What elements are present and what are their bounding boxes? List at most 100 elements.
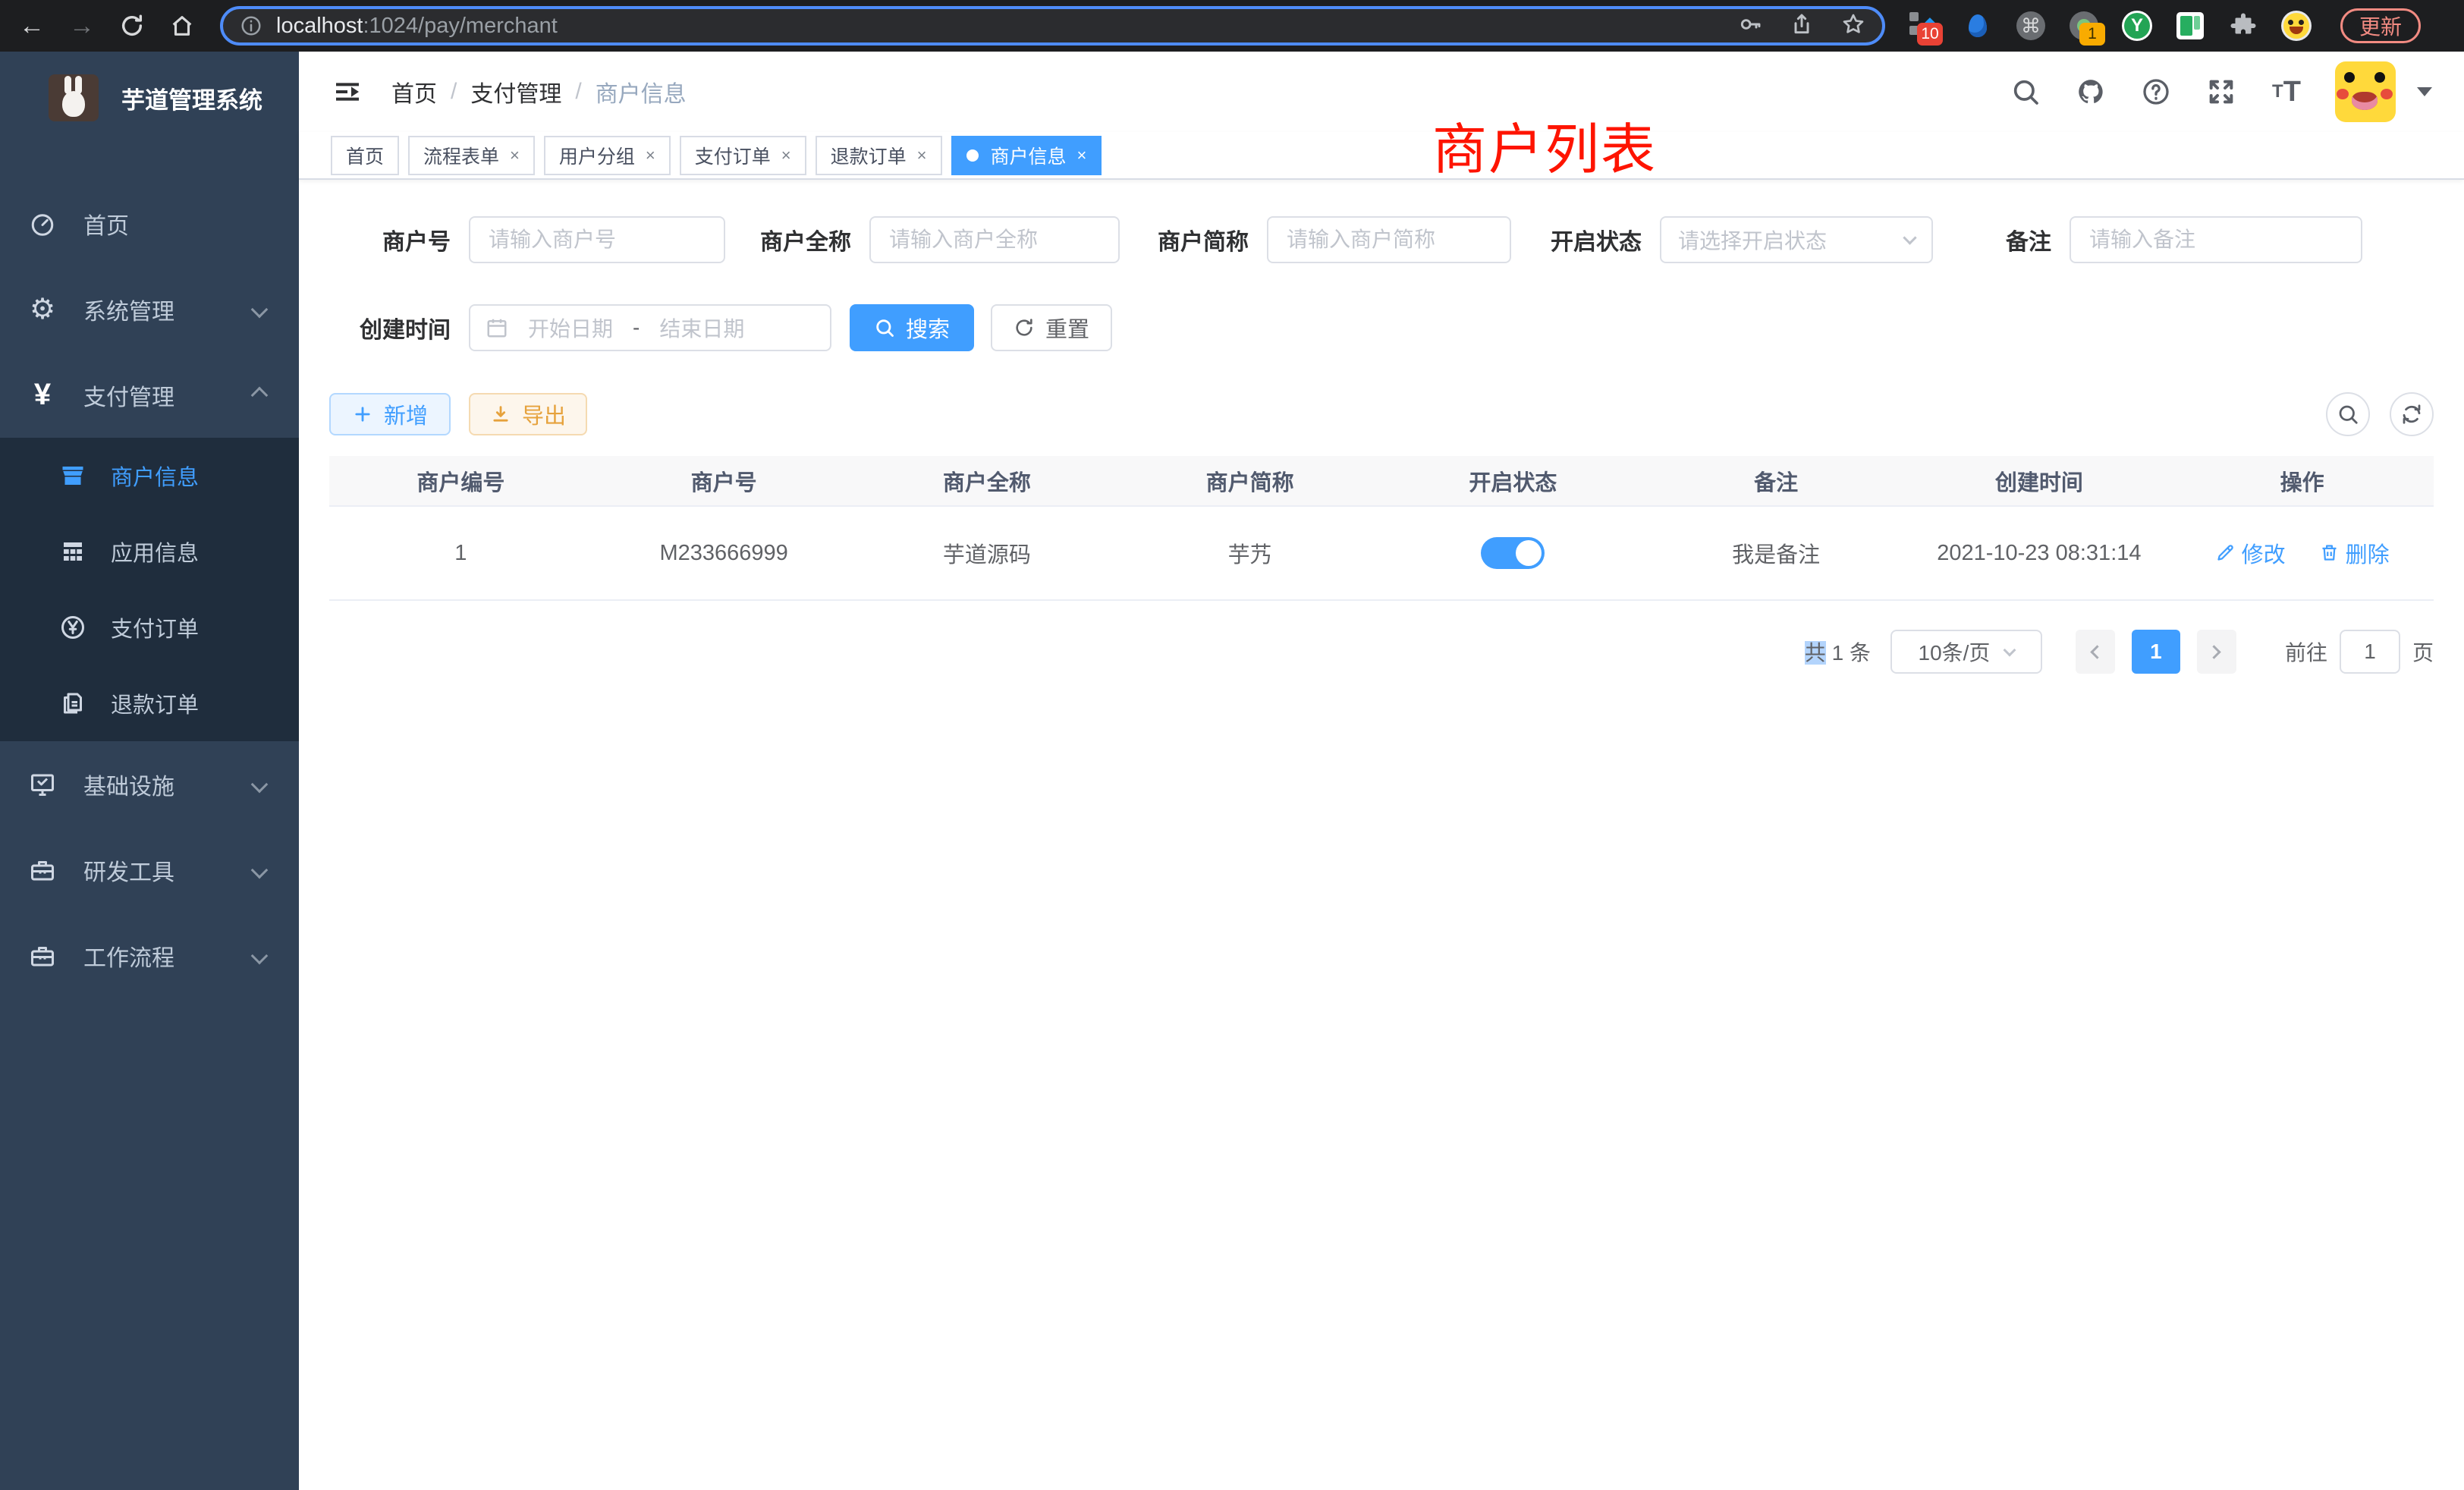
- browser-update-button[interactable]: 更新: [2340, 8, 2421, 43]
- chevron-down-icon: [251, 861, 269, 879]
- breadcrumb-home[interactable]: 首页: [391, 75, 437, 108]
- help-icon[interactable]: [2139, 75, 2173, 108]
- tab-merchant-info[interactable]: 商户信息×: [951, 136, 1102, 175]
- store-icon: [58, 461, 88, 491]
- screen: ← → localhost:1024/pay/merchant: [0, 0, 2464, 1490]
- goto-page-input[interactable]: [2340, 630, 2400, 674]
- prev-page-button[interactable]: [2076, 630, 2115, 674]
- share-icon[interactable]: [1790, 12, 1814, 40]
- address-bar[interactable]: localhost:1024/pay/merchant: [220, 6, 1885, 46]
- user-avatar[interactable]: [2335, 61, 2396, 122]
- status-select[interactable]: 请选择开启状态: [1660, 216, 1933, 263]
- full-name-input[interactable]: [869, 216, 1120, 263]
- password-key-icon[interactable]: [1738, 12, 1762, 40]
- cell-merchant-id: 1: [329, 506, 592, 600]
- sidebar-item-home[interactable]: 首页: [0, 181, 299, 266]
- close-icon[interactable]: ×: [1077, 146, 1087, 165]
- site-info-icon[interactable]: [240, 14, 262, 37]
- url-text: localhost:1024/pay/merchant: [276, 14, 558, 39]
- tab-home[interactable]: 首页: [331, 136, 399, 175]
- close-icon[interactable]: ×: [646, 146, 655, 165]
- extension-capture-icon[interactable]: [2175, 11, 2205, 41]
- col-full-name: 商户全称: [856, 456, 1119, 506]
- next-page-button[interactable]: [2197, 630, 2236, 674]
- col-create-time: 创建时间: [1908, 456, 2171, 506]
- browser-reload-icon[interactable]: [115, 9, 149, 42]
- edit-link[interactable]: 修改: [2215, 537, 2286, 569]
- grid-icon: [58, 536, 88, 567]
- refresh-table-button[interactable]: [2390, 392, 2434, 436]
- cell-short-name: 芋艿: [1118, 506, 1381, 600]
- page-1-button[interactable]: 1: [2132, 630, 2180, 674]
- cell-actions: 修改 删除: [2170, 506, 2434, 600]
- sidebar-item-pay-order[interactable]: 支付订单: [0, 589, 299, 665]
- extension-yuque-icon[interactable]: Y: [2122, 11, 2152, 41]
- chevron-down-icon: [2004, 644, 2016, 657]
- merchant-table: 商户编号 商户号 商户全称 商户简称 开启状态 备注 创建时间 操作 1: [329, 456, 2434, 601]
- close-icon[interactable]: ×: [917, 146, 927, 165]
- browser-home-icon[interactable]: [165, 9, 199, 42]
- tab-pay-order[interactable]: 支付订单×: [680, 136, 806, 175]
- short-name-input[interactable]: [1267, 216, 1511, 263]
- fullscreen-icon[interactable]: [2205, 75, 2238, 108]
- breadcrumb: 首页 / 支付管理 / 商户信息: [391, 75, 687, 108]
- sidebar-item-system[interactable]: ⚙ 系统管理: [0, 266, 299, 352]
- sidebar-item-infra[interactable]: 基础设施: [0, 741, 299, 827]
- chevron-up-icon: [251, 386, 269, 404]
- tab-user-group[interactable]: 用户分组×: [544, 136, 671, 175]
- date-range-picker[interactable]: 开始日期 - 结束日期: [469, 304, 831, 351]
- goto-page: 前往 页: [2285, 630, 2434, 674]
- sidebar-collapse-icon[interactable]: [331, 75, 364, 108]
- status-toggle[interactable]: [1481, 537, 1545, 569]
- font-size-icon[interactable]: TT: [2270, 75, 2303, 108]
- extension-diamond-icon[interactable]: ◆ 10: [1909, 11, 1940, 41]
- sidebar-item-merchant-info[interactable]: 商户信息: [0, 438, 299, 514]
- sidebar-item-refund-order[interactable]: 退款订单: [0, 665, 299, 741]
- page-size-select[interactable]: 10条/页: [1890, 630, 2042, 674]
- browser-forward-icon[interactable]: →: [65, 9, 99, 42]
- toolbox-icon: [27, 855, 58, 885]
- sidebar-item-pay[interactable]: ¥ 支付管理: [0, 352, 299, 438]
- total-label: 共 1 条: [1805, 637, 1871, 667]
- col-merchant-id: 商户编号: [329, 456, 592, 506]
- toggle-search-button[interactable]: [2326, 392, 2370, 436]
- sidebar: 芋道管理系统 首页 ⚙ 系统管理 ¥ 支付管理: [0, 52, 299, 1490]
- avatar-caret-icon[interactable]: [2417, 87, 2432, 96]
- breadcrumb-pay[interactable]: 支付管理: [470, 75, 561, 108]
- export-button[interactable]: 导出: [469, 393, 587, 435]
- bookmark-star-icon[interactable]: [1841, 12, 1865, 40]
- filter-full-name: 商户全称: [760, 216, 1120, 263]
- remark-input[interactable]: [2070, 216, 2362, 263]
- extension-command-icon[interactable]: ⌘: [2016, 11, 2046, 41]
- close-icon[interactable]: ×: [510, 146, 520, 165]
- sidebar-item-workflow[interactable]: 工作流程: [0, 913, 299, 998]
- merchant-no-input[interactable]: [469, 216, 725, 263]
- github-icon[interactable]: [2074, 75, 2107, 108]
- col-short-name: 商户简称: [1118, 456, 1381, 506]
- filter-merchant-no: 商户号: [329, 216, 725, 263]
- header-search-icon[interactable]: [2009, 75, 2042, 108]
- tab-refund-order[interactable]: 退款订单×: [816, 136, 942, 175]
- close-icon[interactable]: ×: [781, 146, 791, 165]
- browser-menu-icon[interactable]: ⋮: [2456, 11, 2464, 41]
- browser-back-icon[interactable]: ←: [15, 9, 49, 42]
- sidebar-logo-row[interactable]: 芋道管理系统: [0, 52, 299, 144]
- cell-remark: 我是备注: [1645, 506, 1908, 600]
- chevron-left-icon: [2091, 645, 2104, 659]
- sidebar-item-dev-tools[interactable]: 研发工具: [0, 827, 299, 913]
- reset-button[interactable]: 重置: [991, 304, 1112, 351]
- browser-profile-avatar[interactable]: [2281, 11, 2312, 41]
- extension-status-icon[interactable]: 1: [2069, 11, 2099, 41]
- extension-pin-icon[interactable]: [1963, 11, 1993, 41]
- sidebar-item-app-info[interactable]: 应用信息: [0, 514, 299, 589]
- tab-process-form[interactable]: 流程表单×: [408, 136, 535, 175]
- trash-icon: [2319, 542, 2340, 563]
- breadcrumb-current: 商户信息: [596, 75, 687, 108]
- delete-link[interactable]: 删除: [2319, 537, 2390, 569]
- refresh-icon: [1014, 317, 1035, 338]
- search-button[interactable]: 搜索: [850, 304, 974, 351]
- extension-icons: ◆ 10 ⌘ 1 Y 更新 ⋮: [1909, 8, 2460, 43]
- documents-icon: [58, 688, 88, 718]
- extensions-puzzle-icon[interactable]: [2228, 11, 2258, 41]
- add-button[interactable]: 新增: [329, 393, 451, 435]
